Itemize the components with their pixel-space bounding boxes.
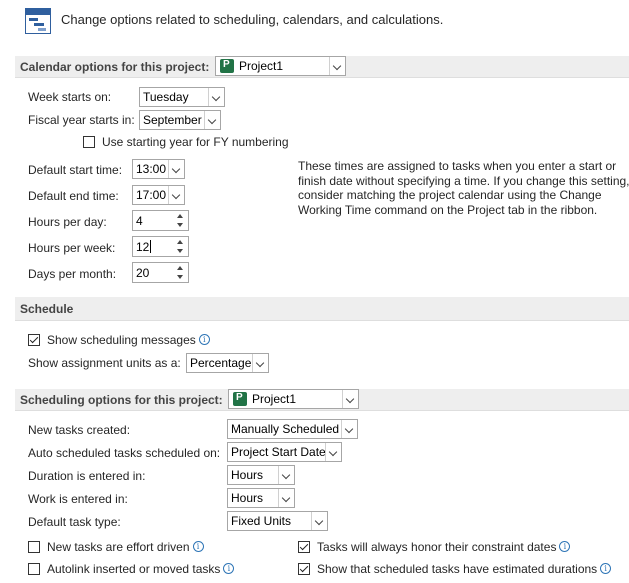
effort-driven-checkbox[interactable] xyxy=(28,541,40,553)
schedule-heading: Schedule xyxy=(20,302,74,316)
default-start-select[interactable]: 13:00 xyxy=(132,159,185,179)
fiscal-year-select[interactable]: September xyxy=(139,110,221,130)
chevron-down-icon xyxy=(252,354,268,372)
autolink-label: Autolink inserted or moved tasks xyxy=(47,562,221,576)
auto-tasks-value: Project Start Date xyxy=(231,445,326,459)
assignment-units-select[interactable]: Percentage xyxy=(186,353,269,373)
scheduling-project-value: Project1 xyxy=(252,392,297,406)
text-cursor xyxy=(150,240,151,253)
spin-up-icon[interactable] xyxy=(172,211,188,220)
fiscal-year-label: Fiscal year starts in: xyxy=(28,113,135,127)
chevron-down-icon xyxy=(325,443,341,461)
days-per-month-value: 20 xyxy=(136,266,150,280)
assignment-units-label: Show assignment units as a: xyxy=(28,356,181,370)
info-icon[interactable]: i xyxy=(192,541,204,552)
spin-down-icon[interactable] xyxy=(172,273,188,282)
estimated-durations-checkbox[interactable] xyxy=(298,563,310,575)
duration-value: Hours xyxy=(231,468,264,482)
autolink-checkbox[interactable] xyxy=(28,563,40,575)
chevron-down-icon xyxy=(311,512,327,530)
effort-driven-row: New tasks are effort driven i xyxy=(47,540,204,554)
show-scheduling-messages-checkbox[interactable] xyxy=(28,334,40,346)
chevron-down-icon xyxy=(204,111,220,129)
honor-constraint-row: Tasks will always honor their constraint… xyxy=(317,540,571,554)
info-icon[interactable]: i xyxy=(223,563,235,574)
show-scheduling-messages-row: Show scheduling messages i xyxy=(47,333,210,347)
chevron-down-icon xyxy=(278,489,294,507)
use-starting-year-label: Use starting year for FY numbering xyxy=(102,135,289,149)
schedule-gantt-icon xyxy=(25,8,51,34)
hours-per-day-value: 4 xyxy=(136,214,143,228)
spin-down-icon[interactable] xyxy=(172,247,188,256)
week-starts-select[interactable]: Tuesday xyxy=(139,87,225,107)
work-label: Work is entered in: xyxy=(28,492,128,506)
calendar-project-select[interactable]: Project1 xyxy=(215,56,346,76)
scheduling-project-select[interactable]: Project1 xyxy=(228,389,359,409)
new-tasks-value: Manually Scheduled xyxy=(231,422,340,436)
default-times-note: These times are assigned to tasks when y… xyxy=(298,159,629,217)
info-icon[interactable]: i xyxy=(198,334,210,345)
use-starting-year-checkbox[interactable] xyxy=(83,136,95,148)
auto-tasks-select[interactable]: Project Start Date xyxy=(227,442,342,462)
hours-per-day-spinner[interactable]: 4 xyxy=(132,210,189,231)
week-starts-value: Tuesday xyxy=(143,90,189,104)
duration-label: Duration is entered in: xyxy=(28,469,146,483)
schedule-band: Schedule xyxy=(15,297,629,321)
default-end-select[interactable]: 17:00 xyxy=(132,185,185,205)
calendar-options-heading: Calendar options for this project: xyxy=(20,60,210,74)
new-tasks-label: New tasks created: xyxy=(28,423,131,437)
default-end-value: 17:00 xyxy=(136,188,167,202)
effort-driven-label: New tasks are effort driven xyxy=(47,540,190,554)
hours-per-week-label: Hours per week: xyxy=(28,241,116,255)
default-start-value: 13:00 xyxy=(136,162,167,176)
duration-select[interactable]: Hours xyxy=(227,465,295,485)
chevron-down-icon xyxy=(208,88,224,106)
spin-up-icon[interactable] xyxy=(172,237,188,246)
default-start-label: Default start time: xyxy=(28,163,123,177)
fiscal-year-value: September xyxy=(143,113,202,127)
task-type-label: Default task type: xyxy=(28,515,121,529)
task-type-select[interactable]: Fixed Units xyxy=(227,511,328,531)
estimated-durations-label: Show that scheduled tasks have estimated… xyxy=(317,562,598,576)
chevron-down-icon xyxy=(278,466,294,484)
spin-down-icon[interactable] xyxy=(172,221,188,230)
week-starts-label: Week starts on: xyxy=(28,90,112,104)
project-file-icon xyxy=(233,392,247,406)
scheduling-options-heading: Scheduling options for this project: xyxy=(20,393,223,407)
days-per-month-spinner[interactable]: 20 xyxy=(132,262,189,283)
chevron-down-icon xyxy=(341,420,357,438)
estimated-durations-row: Show that scheduled tasks have estimated… xyxy=(317,562,612,576)
default-end-label: Default end time: xyxy=(28,189,119,203)
spin-up-icon[interactable] xyxy=(172,263,188,272)
days-per-month-label: Days per month: xyxy=(28,267,117,281)
chevron-down-icon xyxy=(342,390,358,408)
chevron-down-icon xyxy=(168,160,184,178)
chevron-down-icon xyxy=(168,186,184,204)
calendar-project-value: Project1 xyxy=(239,59,284,73)
work-value: Hours xyxy=(231,491,264,505)
auto-tasks-label: Auto scheduled tasks scheduled on: xyxy=(28,446,221,460)
intro-text: Change options related to scheduling, ca… xyxy=(61,12,444,27)
autolink-row: Autolink inserted or moved tasks i xyxy=(47,562,235,576)
info-icon[interactable]: i xyxy=(559,541,571,552)
hours-per-day-label: Hours per day: xyxy=(28,215,107,229)
honor-constraint-label: Tasks will always honor their constraint… xyxy=(317,540,557,554)
honor-constraint-checkbox[interactable] xyxy=(298,541,310,553)
new-tasks-select[interactable]: Manually Scheduled xyxy=(227,419,358,439)
task-type-value: Fixed Units xyxy=(231,514,292,528)
chevron-down-icon xyxy=(329,57,345,75)
work-select[interactable]: Hours xyxy=(227,488,295,508)
assignment-units-value: Percentage xyxy=(190,356,252,370)
hours-per-week-value: 12 xyxy=(136,240,150,254)
info-icon[interactable]: i xyxy=(600,563,612,574)
show-scheduling-messages-label: Show scheduling messages xyxy=(47,333,196,347)
project-file-icon xyxy=(220,59,234,73)
hours-per-week-spinner[interactable]: 12 xyxy=(132,236,189,257)
